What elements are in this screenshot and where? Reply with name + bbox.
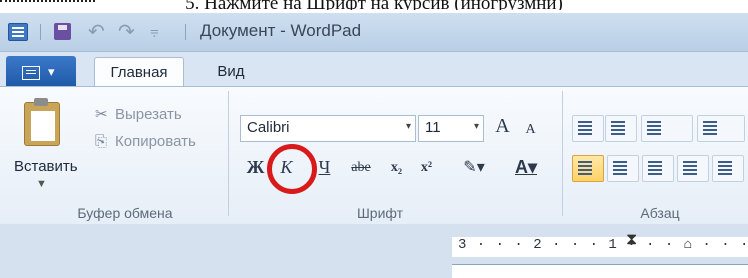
redo-icon[interactable]: ↷ bbox=[118, 19, 135, 44]
file-menu-button[interactable]: ▾ bbox=[6, 56, 76, 86]
clipboard-group-label: Буфер обмена bbox=[77, 205, 173, 221]
align-left-button[interactable] bbox=[572, 155, 604, 182]
chevron-down-icon: ▾ bbox=[473, 121, 479, 132]
font-size-value: 11 bbox=[425, 119, 441, 136]
font-family-value: Calibri bbox=[247, 119, 290, 136]
highlight-color-button[interactable]: ✎▾ bbox=[450, 155, 498, 180]
paragraph-group-label: Абзац bbox=[640, 205, 680, 221]
align-center-icon bbox=[613, 161, 627, 163]
wordpad-window: 5. Нажмите на Шрифт на курсив (иногрузмн… bbox=[0, 0, 748, 278]
bullet-list-button[interactable] bbox=[641, 115, 693, 142]
instruction-caption: 5. Нажмите на Шрифт на курсив (иногрузмн… bbox=[0, 0, 748, 10]
font-group-label: Шрифт bbox=[356, 205, 404, 221]
strikethrough-button[interactable]: abe bbox=[344, 155, 378, 180]
superscript-button[interactable]: x² bbox=[414, 155, 439, 180]
line-spacing-icon bbox=[703, 121, 717, 123]
scissors-icon: ✂ bbox=[95, 106, 108, 123]
window-title: Документ - WordPad bbox=[200, 21, 362, 40]
chevron-down-icon: ▾ bbox=[48, 64, 55, 79]
ribbon-tabs: ▾ Главная Вид bbox=[0, 52, 748, 87]
ruler: 3 · · · 2 · · · 1 · · · ⌂ · · · 1 · · · … bbox=[452, 237, 748, 257]
paste-label: Вставить bbox=[14, 158, 78, 175]
font-family-select[interactable]: Calibri ▾ bbox=[240, 115, 416, 142]
copy-icon: ⎘ bbox=[95, 133, 108, 150]
indent-marker-icon[interactable]: ⧗ bbox=[626, 231, 637, 249]
italic-highlight-circle bbox=[267, 144, 317, 194]
align-center-button[interactable] bbox=[607, 155, 639, 182]
chevron-down-icon: ▾ bbox=[405, 121, 411, 132]
increase-indent-button[interactable] bbox=[605, 115, 637, 142]
tab-view[interactable]: Вид bbox=[205, 57, 257, 86]
bullet-list-icon bbox=[647, 121, 661, 123]
paragraph-icon bbox=[718, 161, 732, 163]
outdent-icon bbox=[578, 121, 592, 123]
copy-label: Копировать bbox=[115, 133, 196, 150]
justify-button[interactable] bbox=[677, 155, 709, 182]
save-icon[interactable] bbox=[54, 23, 71, 40]
decrease-indent-button[interactable] bbox=[572, 115, 604, 142]
paste-button[interactable]: Вставить ▼ bbox=[14, 98, 78, 198]
copy-button[interactable]: ⎘ Копировать bbox=[95, 133, 196, 155]
justify-icon bbox=[683, 161, 697, 163]
bold-button[interactable]: Ж bbox=[243, 155, 268, 180]
title-bar: ↶ ↷ ⩦ Документ - WordPad bbox=[0, 13, 748, 52]
menu-icon bbox=[22, 66, 40, 80]
caption-text: 5. Нажмите на Шрифт на курсив (иногрузмн… bbox=[185, 0, 563, 10]
caption-dots bbox=[0, 0, 95, 2]
align-left-icon bbox=[578, 161, 592, 163]
shrink-font-button[interactable]: A bbox=[518, 117, 543, 142]
highlighter-icon: ✎ bbox=[463, 159, 477, 176]
indent-icon bbox=[611, 121, 625, 123]
customize-quick-access-icon[interactable]: ⩦ bbox=[150, 22, 159, 39]
subscript-button[interactable]: x₂ bbox=[384, 155, 409, 180]
paragraph-button[interactable] bbox=[712, 155, 744, 182]
titlebar-divider bbox=[185, 24, 186, 40]
line-spacing-button[interactable] bbox=[697, 115, 745, 142]
app-menu-icon[interactable] bbox=[8, 23, 28, 41]
group-divider bbox=[228, 91, 229, 216]
ribbon-panel: Вставить ▼ ✂ Вырезать ⎘ Копировать Буфер о… bbox=[0, 86, 748, 225]
chevron-down-icon: ▼ bbox=[36, 178, 47, 190]
font-size-select[interactable]: 11 ▾ bbox=[418, 115, 484, 142]
tab-home[interactable]: Главная bbox=[94, 57, 184, 87]
clipboard-icon bbox=[24, 98, 60, 146]
text-color-label: A bbox=[514, 157, 528, 177]
titlebar-divider bbox=[40, 24, 41, 40]
cut-label: Вырезать bbox=[115, 106, 182, 123]
undo-icon[interactable]: ↶ bbox=[88, 19, 105, 44]
document-page[interactable] bbox=[452, 264, 748, 278]
cut-button[interactable]: ✂ Вырезать bbox=[95, 105, 182, 127]
text-color-button[interactable]: A▾ bbox=[504, 155, 548, 180]
group-divider bbox=[562, 91, 563, 216]
align-right-button[interactable] bbox=[642, 155, 674, 182]
align-right-icon bbox=[648, 161, 662, 163]
grow-font-button[interactable]: A bbox=[490, 114, 515, 139]
